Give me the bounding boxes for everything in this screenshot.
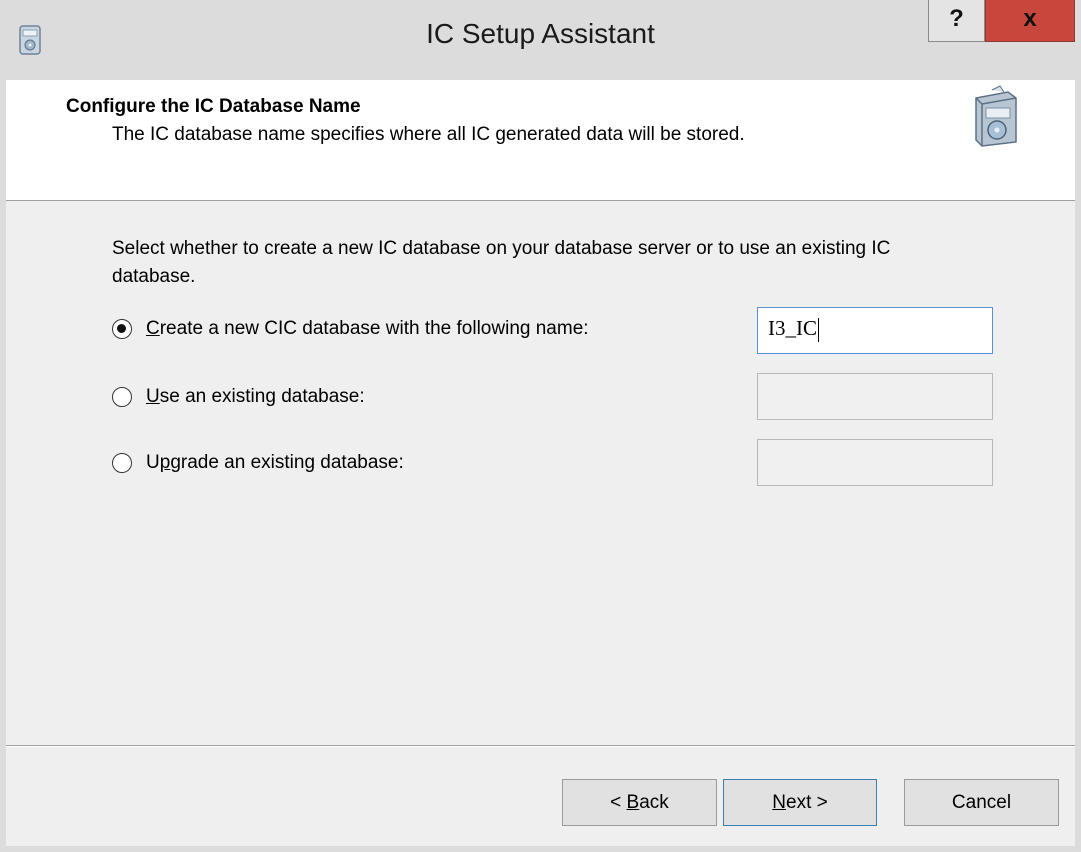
- radio-upgrade-existing[interactable]: [112, 453, 132, 473]
- wizard-header: Configure the IC Database Name The IC da…: [6, 80, 1075, 201]
- instruction-text: Select whether to create a new IC databa…: [112, 238, 891, 287]
- option-use-existing-label[interactable]: Use an existing database:: [146, 386, 365, 408]
- next-button[interactable]: Next >: [723, 779, 877, 826]
- page-subtitle: The IC database name specifies where all…: [112, 124, 745, 145]
- upgrade-database-field[interactable]: [757, 439, 993, 486]
- new-database-name-input[interactable]: I3_IC: [757, 307, 993, 354]
- help-button[interactable]: ?: [928, 0, 985, 42]
- existing-database-field[interactable]: [757, 373, 993, 420]
- text-caret: [818, 318, 819, 343]
- radio-use-existing[interactable]: [112, 387, 132, 407]
- back-button[interactable]: < Back: [562, 779, 717, 826]
- installer-box-icon: [975, 85, 1017, 147]
- close-button[interactable]: x: [985, 0, 1075, 42]
- wizard-content: Select whether to create a new IC databa…: [6, 201, 1075, 741]
- cancel-button[interactable]: Cancel: [904, 779, 1059, 826]
- window-title: IC Setup Assistant: [426, 18, 655, 49]
- page-title: Configure the IC Database Name: [66, 96, 361, 117]
- footer-separator: [6, 745, 1075, 747]
- option-upgrade-existing-label[interactable]: Upgrade an existing database:: [146, 452, 404, 474]
- radio-create-new[interactable]: [112, 319, 132, 339]
- title-bar: IC Setup Assistant ? x: [0, 0, 1081, 80]
- setup-assistant-window: IC Setup Assistant ? x Configure the IC …: [0, 0, 1081, 852]
- option-create-new-label[interactable]: Create a new CIC database with the follo…: [146, 318, 589, 340]
